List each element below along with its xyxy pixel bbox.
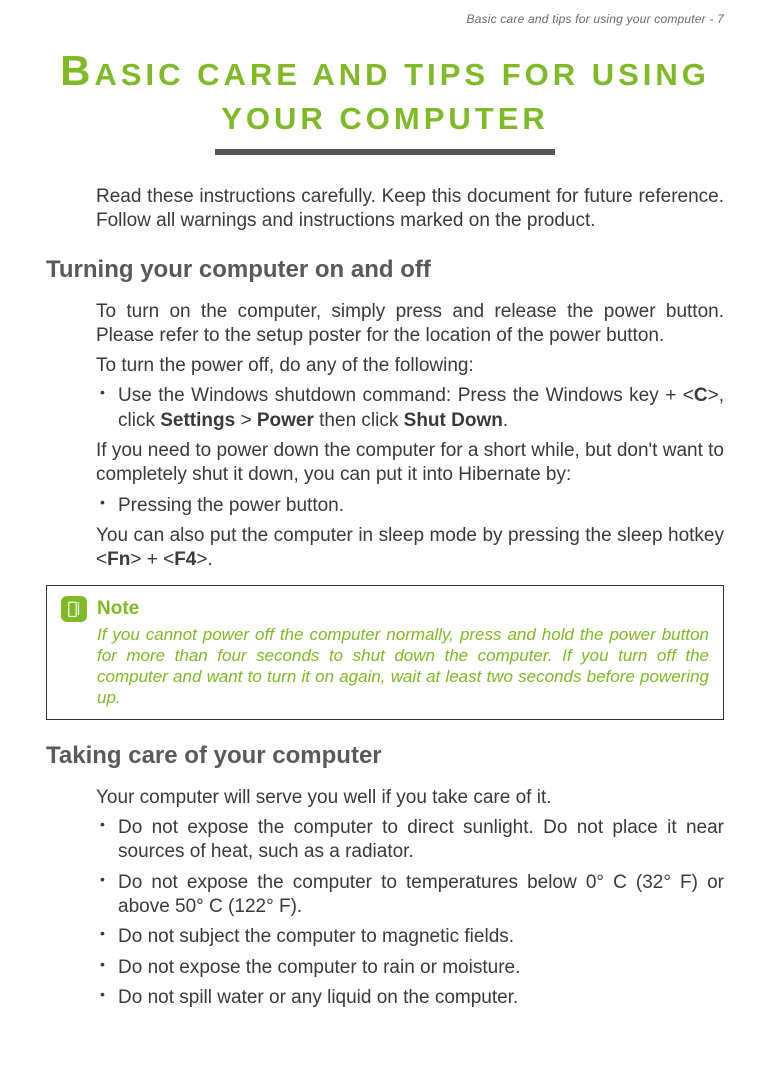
p-sleep-fn: Fn [107,549,130,570]
title-rule [215,149,555,155]
p-sleep-mid: > + < [130,549,174,570]
p-care-intro: Your computer will serve you well if you… [96,786,724,810]
heading-care: Taking care of your computer [46,742,724,770]
li-temperature: Do not expose the computer to temperatur… [96,871,724,920]
heading-on-off: Turning your computer on and off [46,256,724,284]
p-sleep: You can also put the computer in sleep m… [96,524,724,573]
li-shutdown-settings: Settings [160,410,235,431]
li-press-power: Pressing the power button. [96,494,724,518]
note-icon [61,596,87,622]
title-line2: YOUR COMPUTER [221,101,549,136]
title-rest1: ASIC CARE AND TIPS FOR USING [94,57,710,92]
note-title: Note [97,596,139,620]
li-shutdown-pre: Use the Windows shutdown command: Press … [118,385,694,406]
li-shutdown-dot: . [503,410,508,431]
li-sunlight: Do not expose the computer to direct sun… [96,816,724,865]
note-body: If you cannot power off the computer nor… [61,624,709,709]
li-shutdown-sd: Shut Down [404,410,503,431]
intro-paragraph: Read these instructions carefully. Keep … [96,185,724,234]
li-shutdown: Use the Windows shutdown command: Press … [96,384,724,433]
p-sleep-end: >. [196,549,212,570]
p-hibernate: If you need to power down the computer f… [96,439,724,488]
li-shutdown-c: C [694,385,708,406]
p-sleep-f4: F4 [174,549,196,570]
note-box: Note If you cannot power off the compute… [46,585,724,720]
li-spill: Do not spill water or any liquid on the … [96,986,724,1010]
page-title: BASIC CARE AND TIPS FOR USING YOUR COMPU… [46,44,724,139]
li-magnetic: Do not subject the computer to magnetic … [96,925,724,949]
li-shutdown-then: then click [314,410,404,431]
li-rain: Do not expose the computer to rain or mo… [96,956,724,980]
title-cap: B [60,47,94,94]
li-shutdown-gt1: > [235,410,257,431]
p-turn-off: To turn the power off, do any of the fol… [96,354,724,378]
page-header: Basic care and tips for using your compu… [46,12,724,26]
p-turn-on: To turn on the computer, simply press an… [96,300,724,349]
li-shutdown-power: Power [257,410,314,431]
